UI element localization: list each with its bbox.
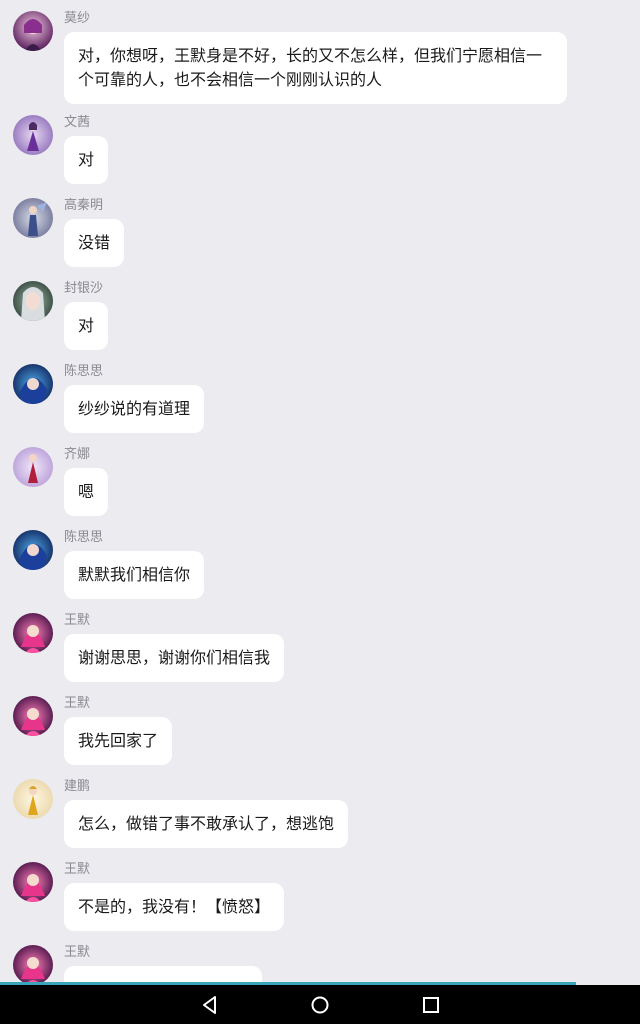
sender-name: 齐娜: [64, 447, 91, 462]
avatar[interactable]: [13, 115, 53, 155]
avatar[interactable]: [13, 696, 53, 736]
message-bubble[interactable]: 对，你想呀，王默身是不好，长的又不怎么样，但我们宁愿相信一个可靠的人，也不会相信…: [64, 32, 567, 104]
blue-armored-boy-avatar-icon: [13, 198, 53, 238]
sender-name: 陈思思: [64, 530, 104, 545]
pink-haired-girl-avatar-icon: [13, 862, 53, 902]
sender-name: 王默: [64, 945, 91, 960]
message-bubble[interactable]: 我先回家了: [64, 717, 173, 765]
message-bubble[interactable]: 默默我们相信你: [64, 551, 205, 599]
sender-name: 封银沙: [64, 281, 104, 296]
home-circle-icon: [311, 996, 329, 1014]
sender-name: 莫纱: [64, 11, 91, 26]
avatar[interactable]: [13, 613, 53, 653]
message-bubble[interactable]: 对: [64, 136, 109, 184]
chat-message-list[interactable]: 莫纱 对，你想呀，王默身是不好，长的又不怎么样，但我们宁愿相信一个可靠的人，也不…: [0, 0, 640, 984]
message-bubble[interactable]: 纱纱说的有道理: [64, 385, 205, 433]
message-bubble[interactable]: 对: [64, 302, 109, 350]
silver-haired-girl-avatar-icon: [13, 281, 53, 321]
back-triangle-icon: [203, 996, 216, 1014]
pink-haired-girl-avatar-icon: [13, 945, 53, 984]
message-bubble[interactable]: 没错: [64, 219, 125, 267]
sender-name: 高秦明: [64, 198, 104, 213]
yellow-haired-boy-avatar-icon: [13, 779, 53, 819]
red-dress-girl-avatar-icon: [13, 447, 53, 487]
recents-square-icon: [423, 997, 439, 1013]
blue-haired-girl-avatar-icon: [13, 530, 53, 570]
avatar[interactable]: [13, 447, 53, 487]
purple-dress-girl-avatar-icon: [13, 115, 53, 155]
sender-name: 文茜: [64, 115, 91, 130]
avatar[interactable]: [13, 198, 53, 238]
sender-name: 王默: [64, 613, 91, 628]
message-bubble[interactable]: 不是的，我没有！【愤怒】: [64, 883, 285, 931]
avatar[interactable]: [13, 779, 53, 819]
avatar[interactable]: [13, 281, 53, 321]
message-bubble[interactable]: 谢谢思思，谢谢你们相信我: [64, 634, 285, 682]
message-bubble[interactable]: 嗯: [64, 468, 109, 516]
purple-haired-girl-avatar-icon: [13, 11, 53, 51]
system-navigation-bar: [0, 985, 640, 1024]
sender-name: 陈思思: [64, 364, 104, 379]
recents-button[interactable]: [419, 993, 443, 1017]
sender-name: 建鹏: [64, 779, 91, 794]
message-bubble[interactable]: 怎么，做错了事不敢承认了，想逃饱: [64, 800, 349, 848]
pink-haired-girl-avatar-icon: [13, 696, 53, 736]
avatar[interactable]: [13, 530, 53, 570]
sender-name: 王默: [64, 862, 91, 877]
avatar[interactable]: [13, 945, 53, 984]
blue-haired-girl-avatar-icon: [13, 364, 53, 404]
pink-haired-girl-avatar-icon: [13, 613, 53, 653]
sender-name: 王默: [64, 696, 91, 711]
back-button[interactable]: [198, 993, 222, 1017]
avatar[interactable]: [13, 11, 53, 51]
avatar[interactable]: [13, 862, 53, 902]
home-button[interactable]: [308, 993, 332, 1017]
avatar[interactable]: [13, 364, 53, 404]
